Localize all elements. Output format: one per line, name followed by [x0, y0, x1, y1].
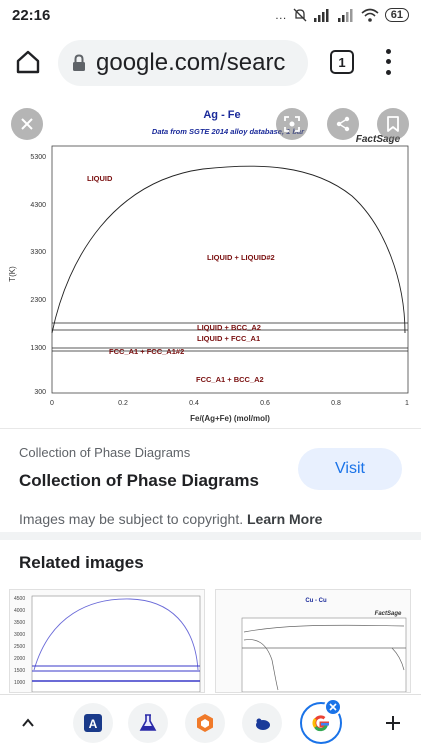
new-tab-button[interactable]	[373, 703, 413, 743]
menu-dot-icon	[385, 59, 391, 65]
section-divider	[0, 532, 421, 540]
svg-text:A: A	[89, 717, 98, 731]
copyright-notice: Images may be subject to copyright. Lear…	[19, 511, 322, 527]
thumb-brand: FactSage	[375, 611, 402, 617]
close-icon	[329, 703, 337, 711]
region-label: FCC_A1 + BCC_A2	[196, 375, 264, 384]
region-label: LIQUID	[87, 174, 113, 183]
related-phase-diagram: 4500 4000 3500 3000 2500 2000 1500 1000	[14, 595, 201, 692]
app-a-icon: A	[84, 714, 102, 732]
svg-text:2000: 2000	[14, 656, 25, 662]
x-tick: 0.2	[118, 400, 128, 407]
bookmark-icon	[387, 116, 399, 132]
flask-icon	[139, 714, 157, 731]
related-phase-diagram: Cu - Cu FactSage	[241, 598, 407, 692]
svg-text:4500: 4500	[14, 596, 25, 602]
region-label: LIQUID + FCC_A1	[197, 334, 260, 343]
lens-search-button[interactable]	[276, 108, 308, 140]
cube-icon	[197, 714, 213, 732]
copyright-text: Images may be subject to copyright.	[19, 511, 244, 527]
close-preview-button[interactable]	[11, 108, 43, 140]
region-label: LIQUID + BCC_A2	[197, 323, 261, 332]
url-field[interactable]: google.com/searc	[58, 40, 308, 86]
y-tick: 3300	[30, 249, 46, 256]
x-tick: 0.6	[260, 400, 270, 407]
notification-dots: …	[274, 8, 287, 22]
lens-icon	[284, 116, 300, 132]
related-image-thumbnail[interactable]: Cu - Cu FactSage	[215, 589, 411, 693]
signal-icon	[313, 9, 329, 22]
status-bar: 22:16 … 61	[0, 0, 421, 30]
tab-app-cube[interactable]	[185, 703, 225, 743]
svg-text:1000: 1000	[14, 680, 25, 686]
menu-dot-icon	[385, 70, 391, 76]
mute-icon	[293, 8, 307, 22]
close-icon	[21, 118, 33, 130]
y-tick: 300	[34, 389, 46, 396]
menu-dot-icon	[385, 48, 391, 54]
home-icon	[16, 50, 40, 74]
x-tick: 0.4	[189, 400, 199, 407]
tab-app-blob[interactable]	[242, 703, 282, 743]
y-axis-label: T(K)	[8, 266, 17, 282]
status-icons: … 61	[275, 8, 409, 22]
chevron-up-icon	[22, 718, 34, 727]
miscibility-curve	[51, 165, 406, 334]
svg-text:2500: 2500	[14, 644, 25, 650]
plus-icon	[386, 716, 400, 730]
thumb-title: Cu - Cu	[305, 598, 327, 604]
related-image-thumbnail[interactable]: 4500 4000 3500 3000 2500 2000 1500 1000	[9, 589, 205, 693]
tab-switcher-button[interactable]: 1	[330, 50, 354, 74]
browser-toolbar: google.com/searc 1	[0, 34, 421, 92]
image-preview[interactable]: Ag - Fe Data from SGTE 2014 alloy databa…	[0, 96, 421, 428]
tab-app-a[interactable]: A	[73, 703, 113, 743]
share-button[interactable]	[327, 108, 359, 140]
wifi-icon	[361, 8, 379, 22]
share-icon	[336, 116, 350, 132]
svg-text:1500: 1500	[14, 668, 25, 674]
x-axis-label: Fe/(Ag+Fe) (mol/mol)	[190, 414, 270, 423]
x-tick: 0	[50, 400, 54, 407]
home-button[interactable]	[14, 48, 44, 78]
y-tick: 5300	[30, 154, 46, 161]
save-bookmark-button[interactable]	[377, 108, 409, 140]
svg-text:3000: 3000	[14, 632, 25, 638]
plot-frame	[51, 145, 409, 394]
tab-app-flask[interactable]	[128, 703, 168, 743]
y-tick: 2300	[30, 297, 46, 304]
bottom-toolbar: A	[0, 694, 421, 750]
url-text: google.com/searc	[96, 49, 286, 76]
region-label: FCC_A1 + FCC_A1#2	[109, 347, 184, 356]
x-tick: 1	[405, 400, 409, 407]
battery-icon: 61	[384, 8, 409, 22]
visit-button[interactable]: Visit	[298, 448, 402, 490]
signal-icon-2	[337, 9, 353, 22]
y-tick: 1300	[30, 345, 46, 352]
lock-icon	[73, 54, 85, 71]
blob-icon	[256, 718, 270, 730]
overflow-menu-button[interactable]	[380, 46, 396, 78]
x-tick: 0.8	[331, 400, 341, 407]
image-info-panel: Collection of Phase Diagrams Collection …	[0, 428, 421, 532]
image-source[interactable]: Collection of Phase Diagrams	[19, 445, 190, 460]
close-tab-button[interactable]	[324, 698, 342, 716]
expand-up-button[interactable]	[8, 703, 48, 743]
y-tick: 4300	[30, 202, 46, 209]
status-time: 22:16	[12, 6, 51, 24]
learn-more-link[interactable]: Learn More	[247, 511, 322, 527]
diagram-title: Ag - Fe	[203, 109, 240, 121]
image-title[interactable]: Collection of Phase Diagrams	[19, 471, 259, 491]
phase-diagram-image: Ag - Fe Data from SGTE 2014 alloy databa…	[8, 109, 409, 423]
region-label: LIQUID + LIQUID#2	[207, 253, 275, 262]
related-images-heading: Related images	[19, 553, 144, 572]
svg-text:3500: 3500	[14, 620, 25, 626]
svg-text:4000: 4000	[14, 608, 25, 614]
